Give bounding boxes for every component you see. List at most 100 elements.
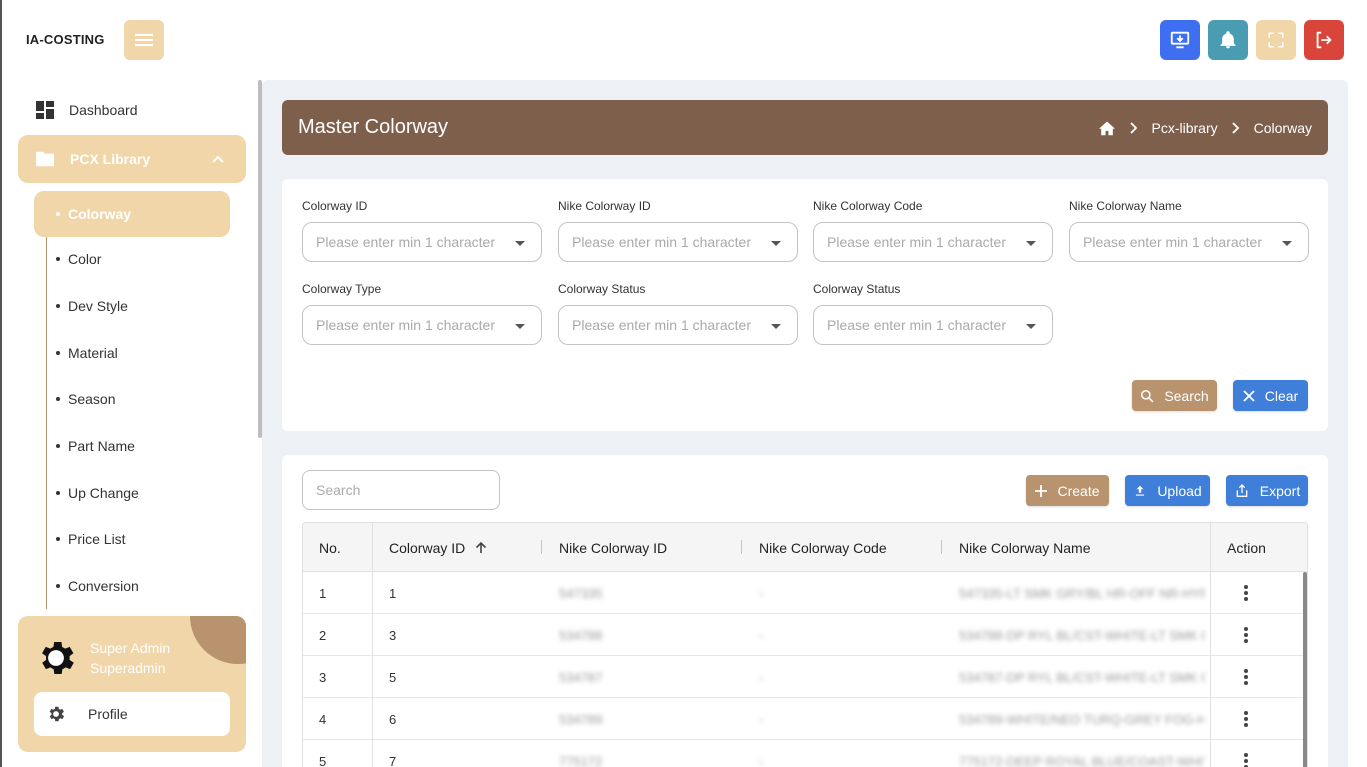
caret-down-icon (771, 241, 781, 246)
table-panel: Create Upload Export No. Colorway ID Nik… (282, 455, 1328, 767)
download-screen-button[interactable] (1160, 20, 1200, 60)
nike-colorway-id-select[interactable]: Please enter min 1 character (558, 222, 798, 262)
sidebar-item-label: Color (68, 251, 102, 267)
bullet-icon (56, 444, 60, 448)
row-actions-icon[interactable] (1243, 627, 1249, 643)
row-actions-icon[interactable] (1243, 711, 1249, 727)
colorway-type-select[interactable]: Please enter min 1 character (302, 305, 542, 345)
close-icon (1243, 389, 1255, 402)
table-row[interactable]: 4 6 534789 - 534789-WHITE/NEO TURQ-GREY … (303, 698, 1307, 740)
filter-label: Nike Colorway ID (558, 199, 651, 213)
bullet-icon (56, 304, 60, 308)
sidebar-item-price-list[interactable]: Price List (56, 531, 126, 547)
home-icon[interactable] (1098, 120, 1116, 136)
search-button[interactable]: Search (1132, 380, 1217, 411)
table-row[interactable]: 3 5 534787 - 534787-DP RYL BL/CST-WHITE-… (303, 656, 1307, 698)
sidebar-item-dev-style[interactable]: Dev Style (56, 298, 128, 314)
sidebar-item-season[interactable]: Season (56, 391, 115, 407)
row-actions-icon[interactable] (1243, 585, 1249, 601)
chevron-up-icon (212, 155, 224, 163)
table-header: No. Colorway ID Nike Colorway ID Nike Co… (303, 523, 1307, 572)
column-separator[interactable] (941, 540, 942, 554)
sidebar-group-label: PCX Library (70, 151, 151, 167)
caret-down-icon (1026, 324, 1036, 329)
search-icon (1141, 389, 1154, 402)
sidebar-item-dashboard[interactable]: Dashboard (36, 101, 138, 119)
select-placeholder: Please enter min 1 character (316, 317, 495, 333)
filter-label: Colorway Status (558, 282, 646, 296)
column-header-nike-colorway-code[interactable]: Nike Colorway Code (759, 523, 887, 572)
user-role: Superadmin (90, 660, 166, 676)
cell-nike-colorway-name: 534788-DP RYL BL/CST-WHITE-LT SMK G (959, 627, 1205, 643)
create-button[interactable]: Create (1026, 475, 1109, 506)
cell-no: 2 (319, 627, 327, 643)
sidebar-item-colorway[interactable]: Colorway (34, 191, 230, 237)
select-placeholder: Please enter min 1 character (572, 234, 751, 250)
breadcrumb-pcx-library[interactable]: Pcx-library (1152, 120, 1218, 136)
select-placeholder: Please enter min 1 character (827, 317, 1006, 333)
cell-colorway-id: 6 (389, 711, 397, 727)
filter-label: Nike Colorway Code (813, 199, 923, 213)
row-actions-icon[interactable] (1243, 753, 1249, 767)
user-name: Super Admin (90, 640, 171, 656)
submenu-line (46, 191, 47, 609)
cell-nike-colorway-name: 534787-DP RYL BL/CST-WHITE-LT SMK G (959, 669, 1205, 685)
dashboard-icon (36, 101, 54, 119)
bell-icon (1220, 31, 1236, 49)
filter-label: Colorway Type (302, 282, 382, 296)
cell-nike-colorway-id: 534787 (559, 669, 603, 685)
upload-icon (1136, 485, 1145, 496)
select-placeholder: Please enter min 1 character (572, 317, 751, 333)
menu-toggle-button[interactable] (124, 20, 164, 60)
sidebar-item-label: Price List (68, 531, 126, 547)
table-row[interactable]: 5 7 775172 - 775172-DEEP ROYAL BLUE/COAS… (303, 740, 1307, 767)
chevron-right-icon (1232, 121, 1239, 134)
sidebar-item-conversion[interactable]: Conversion (56, 578, 139, 594)
app-brand: IA-COSTING (26, 32, 105, 47)
cell-nike-colorway-id: 775172 (559, 753, 603, 767)
notifications-button[interactable] (1208, 20, 1248, 60)
sidebar-item-part-name[interactable]: Part Name (56, 438, 135, 454)
nike-colorway-name-select[interactable]: Please enter min 1 character (1069, 222, 1309, 262)
select-placeholder: Please enter min 1 character (316, 234, 495, 250)
clear-button[interactable]: Clear (1233, 380, 1308, 411)
sidebar-item-label: Colorway (68, 206, 132, 222)
column-header-nike-colorway-id[interactable]: Nike Colorway ID (559, 523, 667, 572)
cell-nike-colorway-code: - (759, 753, 764, 767)
fullscreen-button[interactable] (1256, 20, 1296, 60)
search-button-label: Search (1164, 387, 1209, 404)
select-placeholder: Please enter min 1 character (827, 234, 1006, 250)
sort-ascending-icon[interactable] (475, 541, 487, 554)
nike-colorway-code-select[interactable]: Please enter min 1 character (813, 222, 1053, 262)
caret-down-icon (771, 324, 781, 329)
export-button[interactable]: Export (1226, 475, 1308, 506)
row-actions-icon[interactable] (1243, 669, 1249, 685)
upload-button-label: Upload (1157, 482, 1202, 499)
table-scrollbar[interactable] (1303, 572, 1307, 767)
sidebar-item-color[interactable]: Color (56, 251, 101, 267)
column-header-nike-colorway-name[interactable]: Nike Colorway Name (959, 523, 1090, 572)
upload-button[interactable]: Upload (1125, 475, 1210, 506)
cell-colorway-id: 1 (389, 585, 397, 601)
sidebar-item-up-change[interactable]: Up Change (56, 485, 139, 501)
sidebar-group-pcx-library[interactable]: PCX Library (18, 135, 246, 183)
column-separator[interactable] (541, 540, 542, 554)
column-header-colorway-id[interactable]: Colorway ID (389, 523, 487, 572)
logout-button[interactable] (1304, 20, 1344, 60)
colorway-status-select-2[interactable]: Please enter min 1 character (813, 305, 1053, 345)
table-row[interactable]: 1 1 547335 - 547335-LT SMK GRY/BL HR-OFF… (303, 572, 1307, 614)
bullet-icon (56, 491, 60, 495)
table-search-input[interactable] (302, 470, 500, 510)
sidebar-item-material[interactable]: Material (56, 345, 118, 361)
column-separator[interactable] (741, 540, 742, 554)
profile-button[interactable]: Profile (34, 692, 230, 736)
cell-nike-colorway-name: 534789-WHITE/NEO TURQ-GREY FOG-H (959, 711, 1205, 727)
table-row[interactable]: 2 3 534788 - 534788-DP RYL BL/CST-WHITE-… (303, 614, 1307, 656)
breadcrumb-colorway: Colorway (1253, 119, 1312, 136)
column-header-no[interactable]: No. (319, 523, 341, 572)
cell-no: 5 (319, 753, 327, 767)
colorway-status-select[interactable]: Please enter min 1 character (558, 305, 798, 345)
cell-nike-colorway-code: - (759, 711, 764, 727)
menu-icon (135, 34, 153, 46)
colorway-id-select[interactable]: Please enter min 1 character (302, 222, 542, 262)
